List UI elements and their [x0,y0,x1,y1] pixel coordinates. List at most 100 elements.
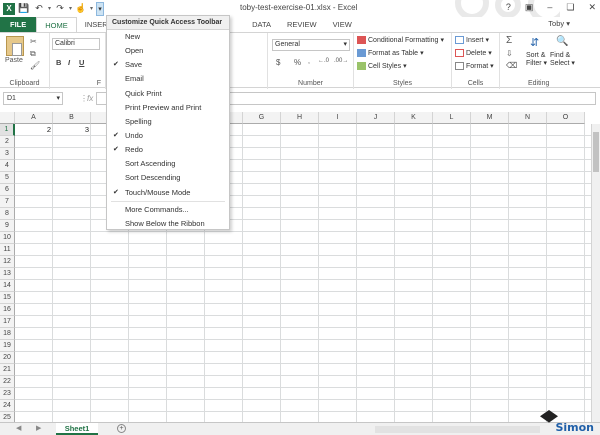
vertical-scrollbar[interactable] [591,124,600,424]
row-header-23[interactable]: 23 [0,388,15,400]
menu-item-email[interactable]: Email [107,72,229,86]
currency-button[interactable]: $ [276,58,280,67]
tab-review[interactable]: REVIEW [279,17,325,32]
delete-cells-button[interactable]: Delete ▾ [455,49,492,57]
menu-item-spelling[interactable]: Spelling [107,115,229,129]
undo-icon[interactable]: ↶ [33,3,45,15]
font-name-select[interactable]: Calibri [52,38,100,50]
menu-item-open[interactable]: Open [107,44,229,58]
autosum-icon[interactable]: Σ [506,35,512,46]
vertical-scroll-thumb[interactable] [593,132,599,172]
row-header-11[interactable]: 11 [0,244,15,256]
column-header-l[interactable]: L [433,112,471,124]
cell-area[interactable] [15,124,591,424]
paste-icon[interactable] [6,36,24,56]
row-header-12[interactable]: 12 [0,256,15,268]
tab-file[interactable]: FILE [0,17,37,32]
cut-icon[interactable]: ✂ [30,37,37,46]
redo-dropdown-icon[interactable]: ▾ [69,5,72,12]
row-header-24[interactable]: 24 [0,400,15,412]
percent-button[interactable]: % [294,58,301,67]
find-select-button[interactable]: Find & Select ▾ [550,52,575,67]
row-header-2[interactable]: 2 [0,136,15,148]
name-box[interactable]: D1 ▾ [3,92,63,105]
restore-icon[interactable]: ❏ [566,2,574,13]
italic-button[interactable]: I [68,58,70,67]
undo-dropdown-icon[interactable]: ▾ [48,5,51,12]
row-header-22[interactable]: 22 [0,376,15,388]
row-header-21[interactable]: 21 [0,364,15,376]
touch-mode-dropdown-icon[interactable]: ▾ [90,5,93,12]
row-header-16[interactable]: 16 [0,304,15,316]
save-icon[interactable]: 💾 [18,3,30,15]
tab-home[interactable]: HOME [36,17,77,32]
column-header-h[interactable]: H [281,112,319,124]
increase-decimal-button[interactable]: ←.0 [318,58,329,64]
clear-icon[interactable]: ⌫ [506,61,517,70]
column-header-k[interactable]: K [395,112,433,124]
column-header-a[interactable]: A [15,112,53,124]
row-header-13[interactable]: 13 [0,268,15,280]
add-sheet-icon[interactable]: + [117,424,126,433]
comma-button[interactable]: , [308,58,310,65]
menu-item-show-below-the-ribbon[interactable]: Show Below the Ribbon [107,217,229,231]
tab-view[interactable]: VIEW [325,17,360,32]
user-name[interactable]: Toby ▾ [548,19,570,28]
menu-item-print-preview-and-print[interactable]: Print Preview and Print [107,101,229,115]
fill-icon[interactable]: ⇩ [506,49,513,58]
menu-item-more-commands[interactable]: More Commands... [107,203,229,217]
sort-filter-button[interactable]: Sort & Filter ▾ [526,52,547,67]
cell-b1[interactable]: 3 [53,124,91,136]
column-header-b[interactable]: B [53,112,91,124]
column-header-n[interactable]: N [509,112,547,124]
row-header-17[interactable]: 17 [0,316,15,328]
row-header-19[interactable]: 19 [0,340,15,352]
sheet-tab-sheet1[interactable]: Sheet1 [56,423,98,435]
menu-item-new[interactable]: New [107,30,229,44]
minimize-icon[interactable]: – [547,2,552,13]
copy-icon[interactable]: ⧉ [30,49,36,59]
insert-cells-button[interactable]: Insert ▾ [455,36,489,44]
column-header-g[interactable]: G [243,112,281,124]
row-header-7[interactable]: 7 [0,196,15,208]
sort-filter-icon[interactable]: ⇵ [530,36,539,49]
touch-mode-icon[interactable]: ☝ [75,3,87,15]
format-cells-button[interactable]: Format ▾ [455,62,494,70]
row-header-3[interactable]: 3 [0,148,15,160]
format-as-table-button[interactable]: Format as Table ▾ [357,49,424,57]
column-header-o[interactable]: O [547,112,585,124]
menu-item-touch-mouse-mode[interactable]: ✔ Touch/Mouse Mode [107,186,229,200]
customize-qat-button[interactable]: ▾ [96,1,105,16]
underline-button[interactable]: U [79,58,84,67]
select-all-corner[interactable] [0,112,15,124]
row-header-20[interactable]: 20 [0,352,15,364]
redo-icon[interactable]: ↷ [54,3,66,15]
help-icon[interactable]: ? [506,2,511,13]
row-header-4[interactable]: 4 [0,160,15,172]
menu-item-undo[interactable]: ✔ Undo [107,129,229,143]
prev-sheet-icon[interactable]: ◀ [16,424,21,432]
menu-item-sort-ascending[interactable]: Sort Ascending [107,157,229,171]
row-header-1[interactable]: 1 [0,124,15,136]
menu-item-quick-print[interactable]: Quick Print [107,87,229,101]
row-header-8[interactable]: 8 [0,208,15,220]
menu-item-save[interactable]: ✔ Save [107,58,229,72]
row-header-10[interactable]: 10 [0,232,15,244]
row-header-18[interactable]: 18 [0,328,15,340]
bold-button[interactable]: B [56,58,61,67]
row-header-5[interactable]: 5 [0,172,15,184]
decrease-decimal-button[interactable]: .00→ [334,58,348,64]
paste-button[interactable]: Paste [5,57,23,64]
row-header-15[interactable]: 15 [0,292,15,304]
conditional-formatting-button[interactable]: Conditional Formatting ▾ [357,36,444,44]
menu-item-redo[interactable]: ✔ Redo [107,143,229,157]
excel-logo-icon[interactable]: X [3,2,15,15]
close-icon[interactable]: ✕ [588,2,596,13]
fx-label[interactable]: fx [87,94,93,103]
find-select-icon[interactable]: 🔍 [556,36,568,47]
horizontal-scrollbar[interactable] [375,426,540,433]
next-sheet-icon[interactable]: ▶ [36,424,41,432]
menu-item-sort-descending[interactable]: Sort Descending [107,171,229,185]
column-header-j[interactable]: J [357,112,395,124]
column-header-m[interactable]: M [471,112,509,124]
